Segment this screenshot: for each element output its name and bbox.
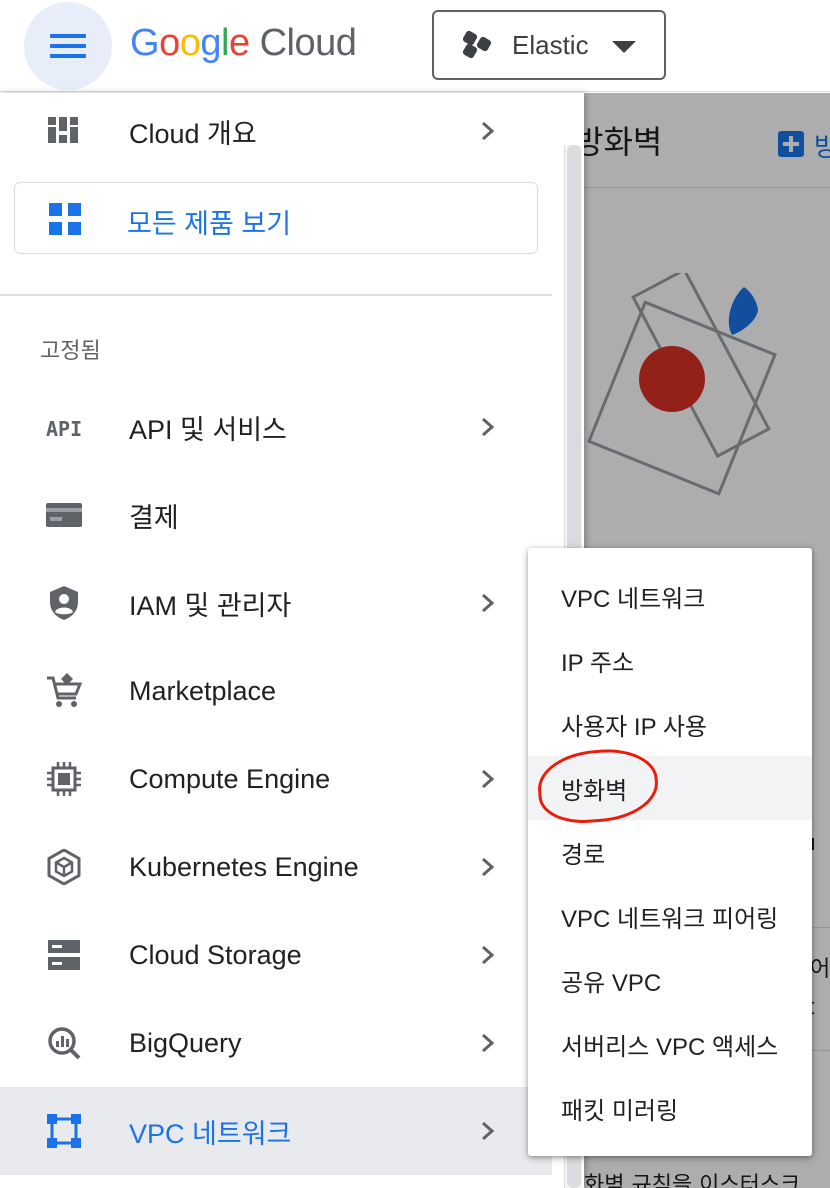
- google-cloud-logo[interactable]: Google Cloud: [130, 22, 357, 65]
- nav-item-compute-engine[interactable]: Compute Engine: [0, 735, 552, 823]
- submenu-item-label: 공유 VPC: [561, 969, 662, 997]
- nav-item-label: Kubernetes Engine: [129, 851, 359, 882]
- main-menu-button[interactable]: [24, 2, 112, 90]
- submenu-item-ip-addresses[interactable]: IP 주소: [528, 628, 812, 692]
- submenu-item-routes[interactable]: 경로: [528, 820, 812, 884]
- nav-item-label: API 및 서비스: [129, 414, 287, 445]
- bigquery-icon: [48, 1027, 81, 1060]
- chevron-right-icon: [482, 121, 495, 141]
- submenu-item-label: VPC 네트워크: [561, 585, 706, 613]
- submenu-item-vpc-peering[interactable]: VPC 네트워크 피어링: [528, 884, 812, 948]
- storage-icon: [48, 940, 80, 970]
- top-bar: Google Cloud Elastic: [0, 0, 830, 92]
- submenu-item-label: IP 주소: [561, 649, 635, 677]
- vpc-network-submenu: VPC 네트워크 IP 주소 사용자 IP 사용 방화벽 경로 VPC 네트워크…: [528, 548, 812, 1156]
- submenu-item-serverless-vpc-access[interactable]: 서버리스 VPC 액세스: [528, 1012, 812, 1076]
- logo-letter: g: [200, 22, 221, 64]
- nav-item-vpc-network[interactable]: VPC 네트워크: [0, 1087, 552, 1175]
- nav-item-cloud-overview[interactable]: Cloud 개요: [0, 93, 552, 175]
- view-all-products-label: 모든 제품 보기: [127, 209, 292, 239]
- nav-item-label: Marketplace: [129, 675, 277, 706]
- nav-item-marketplace[interactable]: Marketplace: [0, 647, 552, 735]
- submenu-item-firewall[interactable]: 방화벽: [528, 745, 812, 827]
- logo-letter: G: [130, 22, 160, 64]
- nav-item-label: Compute Engine: [129, 763, 331, 794]
- submenu-item-label: VPC 네트워크 피어링: [561, 905, 779, 933]
- pinned-section-label: 고정됨: [40, 339, 101, 364]
- api-icon: API: [46, 417, 82, 441]
- chevron-right-icon: [482, 1121, 495, 1141]
- project-picker[interactable]: Elastic: [432, 10, 666, 80]
- nav-item-label: Cloud 개요: [129, 118, 257, 149]
- nav-item-api-services[interactable]: API API 및 서비스: [0, 383, 552, 471]
- logo-letter: l: [220, 22, 229, 64]
- nav-item-iam-admin[interactable]: IAM 및 관리자: [0, 559, 552, 647]
- navigation-drawer: Cloud 개요 모든 제품 보기 고정됨 API API 및 서비스 결제 I…: [0, 93, 584, 1188]
- logo-letter: e: [228, 22, 250, 64]
- hamburger-icon: [50, 34, 86, 58]
- submenu-item-shared-vpc[interactable]: 공유 VPC: [528, 948, 812, 1012]
- submenu-item-label: 서버리스 VPC 액세스: [561, 1033, 779, 1061]
- submenu-item-label: 사용자 IP 사용: [561, 713, 707, 741]
- view-all-products-button[interactable]: 모든 제품 보기: [14, 182, 538, 254]
- nav-item-label: Cloud Storage: [129, 939, 302, 970]
- nav-item-label: VPC 네트워크: [129, 1118, 292, 1149]
- billing-icon: [46, 503, 82, 527]
- chevron-right-icon: [482, 945, 495, 965]
- project-name: Elastic: [512, 29, 589, 60]
- chevron-right-icon: [482, 769, 495, 789]
- nav-item-label: 결제: [129, 502, 179, 533]
- shield-person-icon: [50, 586, 78, 620]
- nav-item-bigquery[interactable]: BigQuery: [0, 999, 552, 1087]
- submenu-item-label: 패킷 미러링: [561, 1097, 679, 1125]
- nav-item-cloud-storage[interactable]: Cloud Storage: [0, 911, 552, 999]
- drawer-divider: [0, 294, 552, 296]
- nav-item-label: BigQuery: [129, 1027, 242, 1058]
- logo-letter: o: [179, 22, 201, 64]
- chevron-right-icon: [482, 857, 495, 877]
- dropdown-arrow-icon: [612, 41, 636, 53]
- submenu-item-label: 경로: [561, 841, 606, 869]
- dashboard-icon: [48, 117, 78, 143]
- grid-icon: [49, 203, 81, 235]
- logo-cloud-text: Cloud: [259, 22, 357, 64]
- chevron-right-icon: [482, 1033, 495, 1053]
- vpc-icon: [47, 1114, 81, 1148]
- cart-icon: [47, 673, 82, 707]
- chip-icon: [47, 762, 81, 796]
- kubernetes-icon: [47, 849, 81, 885]
- svg-text:API: API: [46, 417, 82, 441]
- chevron-right-icon: [482, 417, 495, 437]
- submenu-item-packet-mirroring[interactable]: 패킷 미러링: [528, 1076, 812, 1140]
- submenu-item-label: 방화벽: [561, 777, 628, 805]
- submenu-item-bring-your-own-ip[interactable]: 사용자 IP 사용: [528, 692, 812, 756]
- submenu-item-vpc-networks[interactable]: VPC 네트워크: [528, 564, 812, 628]
- project-icon: [461, 29, 493, 60]
- logo-letter: o: [159, 22, 180, 64]
- nav-item-billing[interactable]: 결제: [0, 471, 552, 559]
- nav-item-kubernetes-engine[interactable]: Kubernetes Engine: [0, 823, 552, 911]
- chevron-right-icon: [482, 593, 495, 613]
- nav-item-label: IAM 및 관리자: [129, 590, 292, 621]
